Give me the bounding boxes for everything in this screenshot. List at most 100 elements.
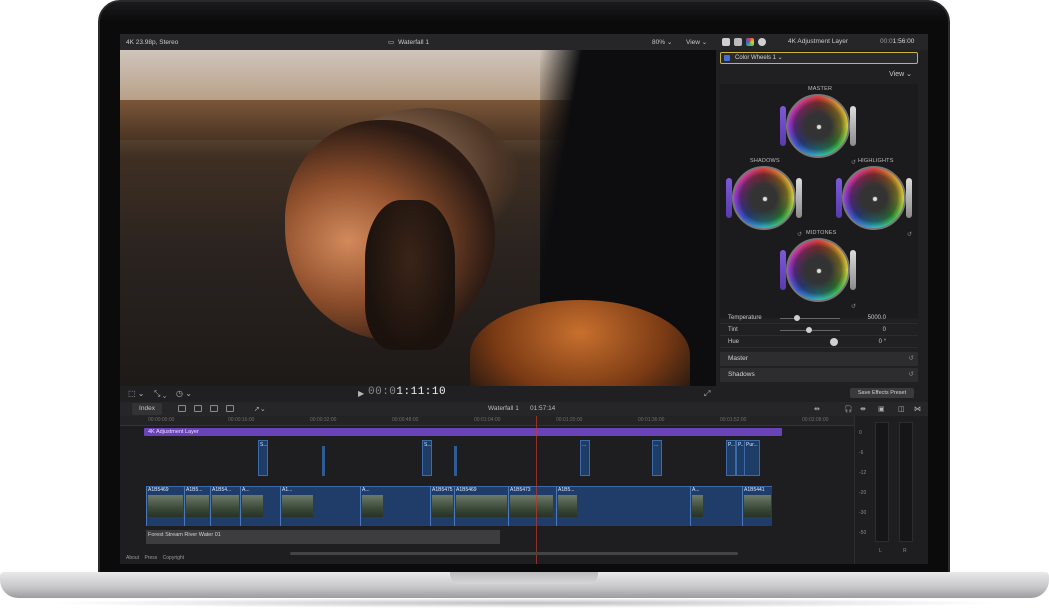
playhead[interactable] <box>536 416 537 564</box>
footer-link-copyright[interactable]: Copyright <box>163 555 184 561</box>
timeline[interactable]: 00:00:00:00 00:00:16:00 00:00:32:00 00:0… <box>120 416 854 564</box>
primary-clip[interactable]: A... <box>690 486 704 526</box>
clip-thumbnail <box>510 495 553 517</box>
connected-clip[interactable]: ... <box>652 440 662 476</box>
highlights-brightness-slider[interactable] <box>906 178 912 218</box>
midtones-saturation-slider[interactable] <box>780 250 786 290</box>
speed-menu-icon[interactable]: ◷ ⌄ <box>176 389 192 398</box>
footer-link-about[interactable]: About <box>126 555 139 561</box>
master-reset-icon[interactable]: ↺ <box>851 159 856 166</box>
final-cut-pro-window: 4K 23.98p, Stereo ▭ Waterfall 1 80% ⌄ Vi… <box>120 34 928 564</box>
midtones-brightness-slider[interactable] <box>850 250 856 290</box>
midtones-color-wheel[interactable]: ↺ <box>780 238 856 310</box>
primary-clip[interactable]: A1B5475 <box>430 486 454 526</box>
solo-icon[interactable]: ⇼ <box>860 405 866 413</box>
video-inspector-icon[interactable] <box>734 38 742 46</box>
info-inspector-icon[interactable] <box>722 38 730 46</box>
save-effects-preset-button[interactable]: Save Effects Preset <box>850 388 914 398</box>
clip-thumbnail <box>242 495 263 517</box>
viewer-timecode: 00:01:11:10 <box>368 386 447 398</box>
footer-link-press[interactable]: Press <box>144 555 157 561</box>
play-icon[interactable]: ▶ <box>358 389 364 398</box>
connected-clip[interactable]: P... <box>726 440 736 476</box>
ruler-tick: 00:01:20:00 <box>556 417 583 423</box>
transform-menu-icon[interactable]: ⤡ ⌄ <box>154 389 166 399</box>
shadows-puck[interactable] <box>762 196 768 202</box>
highlights-color-wheel[interactable]: ↺ <box>836 166 912 238</box>
clip-thumbnail <box>212 495 239 517</box>
temperature-value[interactable]: 5000.0 <box>846 315 886 321</box>
highlights-label: HIGHLIGHTS <box>858 158 894 164</box>
effects-browser-icon[interactable]: ◫ <box>898 405 905 413</box>
master-color-wheel[interactable]: ↺ <box>780 94 856 166</box>
inspector-view-menu[interactable]: View ⌄ <box>889 70 912 78</box>
shadows-section-header[interactable]: Shadows ↺ <box>720 368 918 382</box>
primary-clip[interactable]: A1B5469 <box>454 486 508 526</box>
primary-clip[interactable]: A... <box>240 486 264 526</box>
master-puck[interactable] <box>816 124 822 130</box>
connected-clip[interactable]: S... <box>422 440 432 476</box>
overwrite-clip-icon[interactable] <box>226 405 234 412</box>
timeline-ruler[interactable]: 00:00:00:00 00:00:16:00 00:00:32:00 00:0… <box>120 416 854 426</box>
connected-clip[interactable] <box>322 446 325 476</box>
shadows-saturation-slider[interactable] <box>726 178 732 218</box>
primary-clip[interactable]: A1B54... <box>210 486 240 526</box>
zoom-menu[interactable]: 80% ⌄ <box>652 38 672 46</box>
audio-clip[interactable]: Forest Stream River Water 01 <box>146 530 500 544</box>
color-inspector-icon[interactable] <box>746 38 754 46</box>
primary-clip[interactable]: A1B5441 <box>742 486 772 526</box>
master-section-header[interactable]: Master ↺ <box>720 352 918 366</box>
highlights-puck[interactable] <box>872 196 878 202</box>
temperature-slider-knob[interactable] <box>794 315 800 321</box>
master-brightness-slider[interactable] <box>850 106 856 146</box>
clip-appearance-icon[interactable]: ▣ <box>878 405 885 413</box>
connected-clip[interactable]: ... <box>580 440 590 476</box>
midtones-reset-icon[interactable]: ↺ <box>851 303 856 310</box>
hue-dial[interactable] <box>830 338 838 346</box>
transitions-browser-icon[interactable]: ⋈ <box>914 405 921 413</box>
master-section-reset-icon[interactable]: ↺ <box>909 352 914 366</box>
insert-clip-icon[interactable] <box>194 405 202 412</box>
temperature-label: Temperature <box>728 315 762 321</box>
shadows-brightness-slider[interactable] <box>796 178 802 218</box>
effect-enable-checkbox[interactable] <box>724 55 730 61</box>
tint-value[interactable]: 0 <box>846 327 886 333</box>
append-clip-icon[interactable] <box>210 405 218 412</box>
meter-scale-label: -6 <box>859 450 864 456</box>
connect-clip-icon[interactable] <box>178 405 186 412</box>
select-tool-icon[interactable]: ➚⌄ <box>254 405 266 413</box>
primary-clip[interactable]: A1... <box>280 486 314 526</box>
primary-clip[interactable]: A1B5... <box>184 486 210 526</box>
effect-selector[interactable]: Color Wheels 1 ⌄ <box>720 52 918 64</box>
info-icon[interactable] <box>758 38 766 46</box>
connected-clip[interactable] <box>454 446 457 476</box>
viewer-view-menu[interactable]: View ⌄ <box>686 38 707 46</box>
adjustment-layer-clip[interactable]: 4K Adjustment Layer <box>144 428 782 436</box>
fullscreen-icon[interactable]: ⤢ <box>704 389 710 399</box>
primary-clip[interactable]: A1B5469 <box>146 486 184 526</box>
shadows-color-wheel[interactable]: ↺ <box>726 166 802 238</box>
shadows-section-reset-icon[interactable]: ↺ <box>909 368 914 382</box>
primary-clip[interactable]: A... <box>360 486 384 526</box>
midtones-puck[interactable] <box>816 268 822 274</box>
timeline-scrollbar[interactable] <box>290 552 738 555</box>
highlights-saturation-slider[interactable] <box>836 178 842 218</box>
color-inspector: Color Wheels 1 ⌄ View ⌄ MASTER ↺ SHADOWS… <box>716 50 928 402</box>
ruler-tick: 00:01:52:00 <box>720 417 747 423</box>
temperature-slider[interactable] <box>780 318 840 319</box>
skimming-icon[interactable]: ⇹ <box>814 405 820 413</box>
shadows-reset-icon[interactable]: ↺ <box>797 231 802 238</box>
tint-slider-knob[interactable] <box>806 327 812 333</box>
tint-param: Tint 0 <box>720 324 918 336</box>
hue-value[interactable]: 0 ° <box>846 339 886 345</box>
crop-menu-icon[interactable]: ⬚ ⌄ <box>128 389 144 398</box>
viewer-video-frame[interactable] <box>120 50 716 386</box>
audio-skimming-icon[interactable]: 🎧 <box>844 405 853 413</box>
primary-clip[interactable]: A1B5473 <box>508 486 554 526</box>
highlights-reset-icon[interactable]: ↺ <box>907 231 912 238</box>
connected-clip[interactable]: Pur... <box>744 440 760 476</box>
primary-clip[interactable]: A1B5... <box>556 486 578 526</box>
master-saturation-slider[interactable] <box>780 106 786 146</box>
index-button[interactable]: Index <box>132 403 162 415</box>
connected-clip[interactable]: S... <box>258 440 268 476</box>
